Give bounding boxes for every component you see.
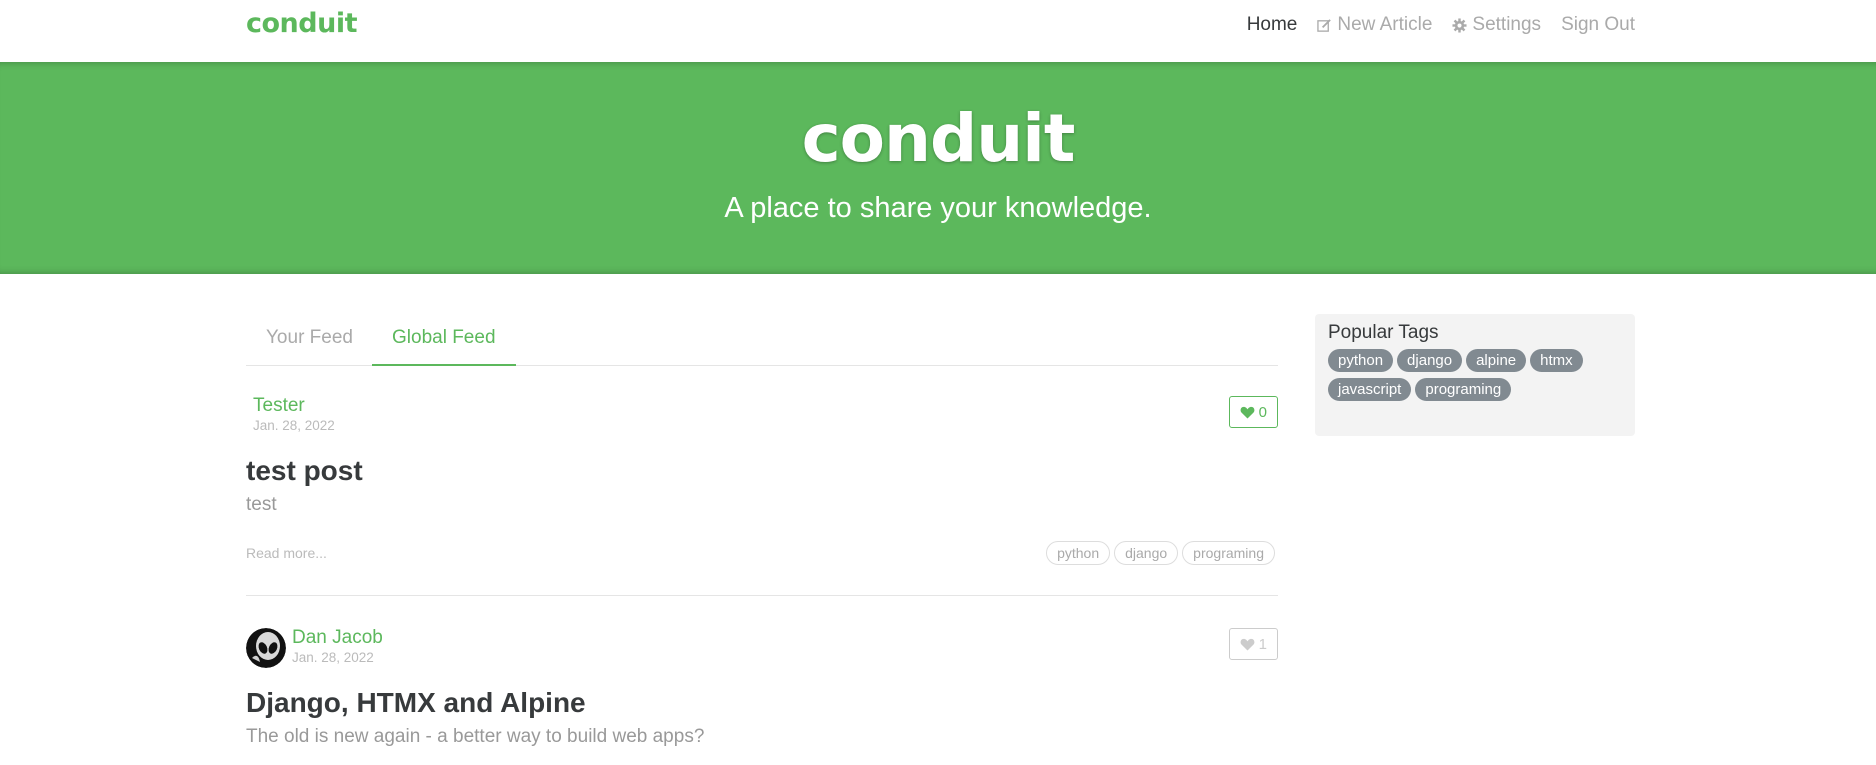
tag-pill[interactable]: django [1397,349,1463,372]
brand-logo[interactable]: conduit [246,8,358,39]
heart-icon [1240,638,1255,651]
read-more-link[interactable]: Read more... [246,545,327,561]
heart-icon [1240,406,1255,419]
compose-icon [1317,18,1332,32]
article-title[interactable]: Django, HTMX and Alpine [246,687,586,719]
article-date: Jan. 28, 2022 [292,650,374,665]
nav-links: Home New Article Settings Sign Out [1247,14,1635,36]
popular-tags-sidebar: Popular Tags python django alpine htmx j… [1315,314,1635,436]
like-button[interactable]: 0 [1228,396,1278,428]
nav-new-article-link[interactable]: New Article [1317,14,1432,36]
banner-title: conduit [801,100,1076,177]
nav-home-link[interactable]: Home [1247,14,1298,36]
nav-settings-link[interactable]: Settings [1452,14,1541,36]
sidebar-title: Popular Tags [1328,322,1439,343]
like-button[interactable]: 1 [1228,628,1278,660]
tab-global-feed[interactable]: Global Feed [372,318,516,366]
tag-pill[interactable]: alpine [1466,349,1527,372]
like-count: 1 [1258,635,1267,653]
article-description: The old is new again - a better way to b… [246,726,705,747]
tab-your-feed[interactable]: Your Feed [246,318,373,366]
article-tag: python [1046,541,1111,565]
article-description: test [246,494,277,515]
navbar: conduit Home New Article Settings Sign O… [0,0,1876,62]
article-author[interactable]: Dan Jacob [292,627,383,649]
tag-pill[interactable]: programing [1415,378,1512,401]
nav-sign-out-link[interactable]: Sign Out [1561,14,1635,36]
article-preview: Dan Jacob Jan. 28, 2022 1 Django, HTMX a… [246,616,1278,765]
banner-subtitle: A place to share your knowledge. [724,192,1152,224]
nav-home-label: Home [1246,14,1298,35]
article-date: Jan. 28, 2022 [253,418,335,433]
article-preview: Tester Jan. 28, 2022 0 test post test Re… [246,384,1278,596]
feed-tabs: Your Feed Global Feed [246,318,1278,366]
hero-banner: conduit A place to share your knowledge. [0,62,1876,274]
tag-pill[interactable]: javascript [1328,378,1412,401]
avatar[interactable] [246,628,286,668]
article-title[interactable]: test post [246,455,363,487]
article-tag: programing [1182,541,1275,565]
tag-cloud: python django alpine htmx javascript pro… [1328,349,1622,401]
alien-avatar-icon [246,628,286,668]
article-tag-list: python django programing [1046,541,1275,565]
article-author[interactable]: Tester [253,395,305,417]
article-tag: django [1114,541,1179,565]
tag-pill[interactable]: python [1328,349,1394,372]
nav-settings-label: Settings [1472,14,1542,35]
gear-icon [1452,17,1467,33]
nav-new-article-label: New Article [1337,14,1433,35]
like-count: 0 [1258,403,1267,421]
tag-pill[interactable]: htmx [1530,349,1583,372]
nav-sign-out-label: Sign Out [1561,14,1635,35]
